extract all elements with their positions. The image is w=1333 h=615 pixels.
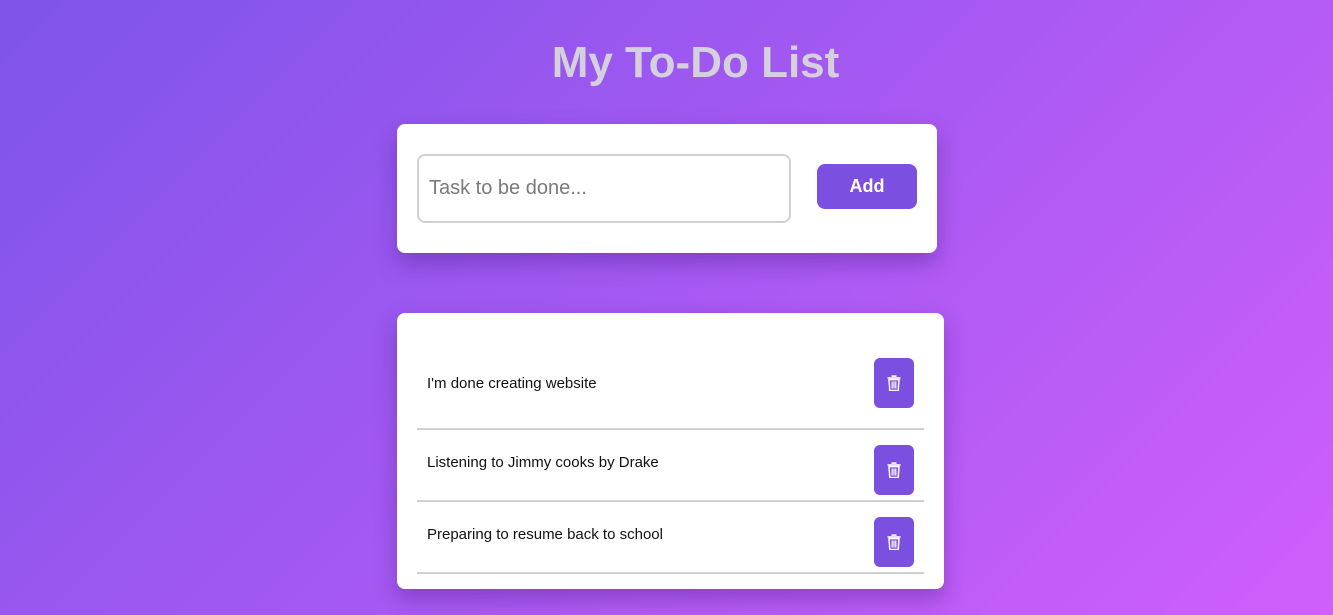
task-text: Preparing to resume back to school	[427, 526, 663, 543]
task-item: Listening to Jimmy cooks by Drake	[417, 430, 924, 502]
task-text: I'm done creating website	[427, 375, 597, 392]
delete-task-button[interactable]	[874, 517, 914, 567]
task-list: I'm done creating website Listening to J…	[417, 358, 924, 574]
task-input-card: Add	[397, 124, 937, 253]
task-text: Listening to Jimmy cooks by Drake	[427, 454, 659, 471]
delete-task-button[interactable]	[874, 445, 914, 495]
delete-task-button[interactable]	[874, 358, 914, 408]
task-item: I'm done creating website	[417, 358, 924, 430]
trash-icon	[887, 375, 901, 391]
task-input[interactable]	[417, 154, 791, 223]
add-task-button[interactable]: Add	[817, 164, 917, 209]
trash-icon	[887, 462, 901, 478]
task-list-card: I'm done creating website Listening to J…	[397, 313, 944, 589]
trash-icon	[887, 534, 901, 550]
page-title: My To-Do List	[551, 38, 840, 87]
task-item: Preparing to resume back to school	[417, 502, 924, 574]
